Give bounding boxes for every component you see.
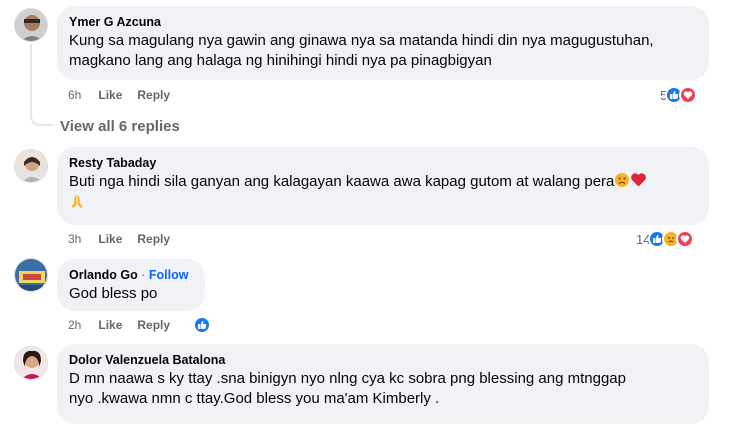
comment-text: D mn naawa s ky ttay .sna binigyn nyo nl… [69,370,626,387]
comment-actions: 2h Like Reply [68,318,170,332]
reply-button[interactable]: Reply [137,318,170,332]
reaction-summary[interactable] [193,316,211,334]
comment-time[interactable]: 6h [68,88,81,102]
comment-bubble: Orlando Go · Follow God bless po [57,259,205,311]
comment-text: Buti nga hindi sila ganyan ang kalagayan… [69,173,615,190]
avatar[interactable] [14,8,48,42]
avatar[interactable] [14,258,48,292]
comment-actions: 6h Like Reply [68,88,170,102]
comment-text: nyo .kwawa nmn c ttay.God bless you ma'a… [69,390,440,407]
sad-face-emoji-icon [614,172,630,194]
comment-author[interactable]: Resty Tabaday [69,155,697,172]
comment-text: Kung sa magulang nya gawin ang ginawa ny… [69,32,654,49]
like-icon [193,316,211,334]
like-button[interactable]: Like [98,318,122,332]
follow-button[interactable]: Follow [149,268,189,282]
comment-bubble: Ymer G Azcuna Kung sa magulang nya gawin… [57,6,709,80]
comment-time[interactable]: 3h [68,232,81,246]
comment-author[interactable]: Ymer G Azcuna [69,14,697,31]
red-heart-emoji-icon [630,172,647,194]
comment-author[interactable]: Dolor Valenzuela Batalona [69,352,697,369]
separator-dot: · [141,268,146,282]
comment-text: God bless po [69,285,158,302]
praying-hands-emoji-icon [69,194,85,216]
avatar[interactable] [14,346,48,380]
comment-time[interactable]: 2h [68,318,81,332]
like-button[interactable]: Like [98,232,122,246]
comment-bubble: Dolor Valenzuela Batalona D mn naawa s k… [57,344,709,424]
comment-actions: 3h Like Reply [68,232,170,246]
reply-button[interactable]: Reply [137,88,170,102]
avatar[interactable] [14,149,48,183]
love-icon [679,86,698,104]
reaction-summary[interactable]: 14 [636,230,695,248]
comment-text: magkano lang ang halaga ng hinihingi hin… [69,52,492,69]
reply-button[interactable]: Reply [137,232,170,246]
view-replies-link[interactable]: View all 6 replies [60,118,180,135]
comment-bubble: Resty Tabaday Buti nga hindi sila ganyan… [57,147,709,225]
thread-line [30,44,52,126]
comment-author[interactable]: Orlando Go [69,268,138,282]
reaction-summary[interactable]: 5 [660,86,698,104]
like-button[interactable]: Like [98,88,122,102]
love-icon [676,230,695,248]
